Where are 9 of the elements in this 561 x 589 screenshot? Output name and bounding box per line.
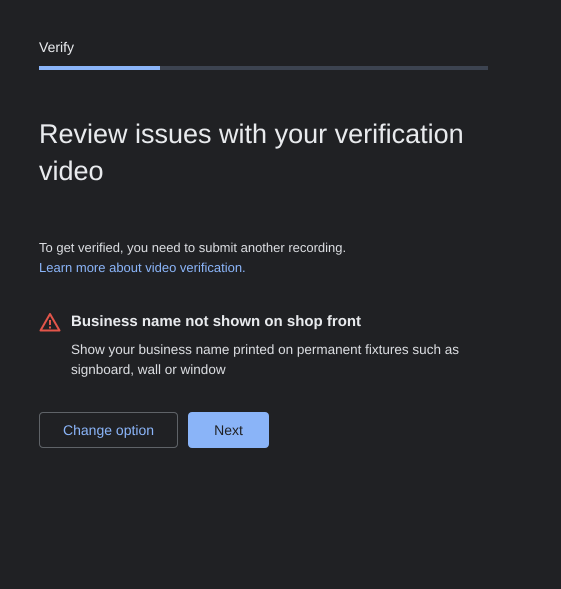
issue-description: Show your business name printed on permanent fixtures such as signboard, wall or window (71, 341, 460, 379)
warning-icon (39, 312, 61, 332)
next-button[interactable]: Next (188, 412, 269, 448)
change-option-button[interactable]: Change option (39, 412, 178, 448)
step-label: Verify (39, 38, 76, 56)
intro-text: To get verified, you need to submit another recording. Learn more about video verification. (39, 239, 348, 277)
learn-more-link[interactable]: Learn more about video verification. (39, 260, 246, 275)
page-title: Review issues with your verification video (39, 118, 465, 188)
issue-title: Business name not shown on shop front (71, 312, 362, 332)
